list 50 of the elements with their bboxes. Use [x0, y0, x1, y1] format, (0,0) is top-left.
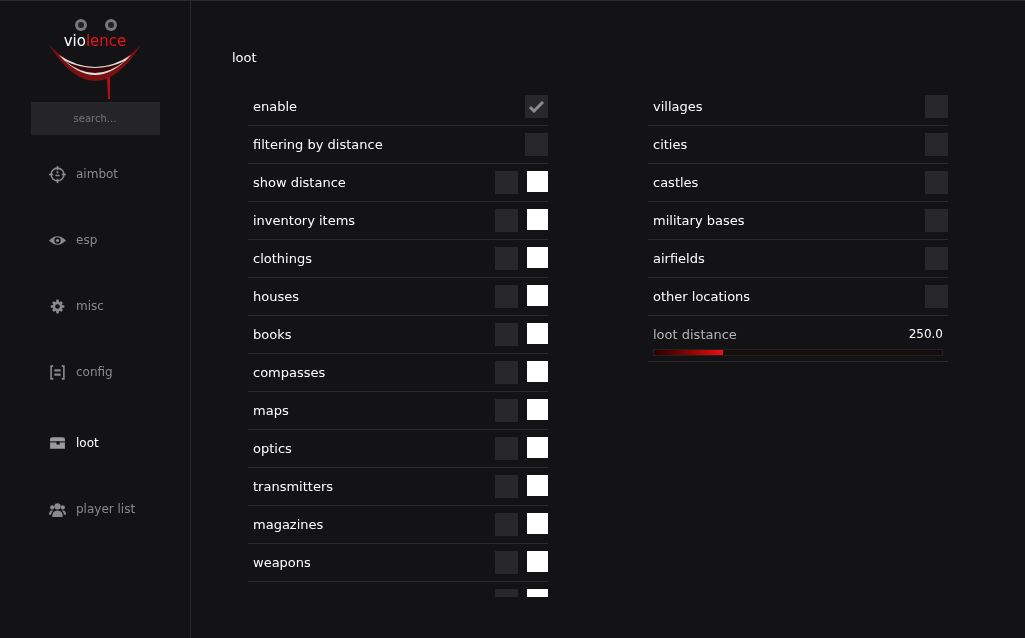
nav-item[interactable]: loot [0, 434, 190, 452]
nav-item[interactable]: esp [0, 231, 190, 249]
color-swatch[interactable] [527, 209, 548, 230]
nav-item[interactable]: misc [0, 297, 190, 315]
option-label: other locations [652, 287, 752, 306]
option-label: clothings [252, 249, 313, 268]
nav-item[interactable]: player list [0, 500, 190, 518]
option-label: maps [252, 401, 290, 420]
search-field[interactable]: search... [30, 102, 160, 135]
nav-item[interactable]: config [0, 363, 190, 381]
color-swatch[interactable] [527, 399, 548, 420]
option-label: transmitters [252, 477, 334, 496]
color-swatch[interactable] [527, 323, 548, 344]
settings-icon [49, 297, 66, 315]
option-label: show distance [252, 173, 347, 192]
option-label: inventory items [252, 211, 357, 230]
chest-icon [49, 434, 66, 452]
page-title: loot [232, 49, 258, 67]
crosshair-icon [49, 165, 66, 183]
option-label: optics [252, 439, 293, 458]
logo-text: vio [63, 34, 86, 49]
slider-track[interactable] [653, 349, 943, 357]
option-label: airfields [652, 249, 706, 268]
logo-text: lence [85, 34, 127, 49]
option-label: weapons [252, 553, 312, 572]
slider-label: loot distance [653, 325, 737, 344]
option-label: compasses [252, 363, 327, 382]
option-label: books [252, 325, 293, 344]
slider-value: 250.0 [908, 325, 943, 343]
nav-item[interactable]: aimbot [0, 165, 190, 183]
color-swatch[interactable] [527, 437, 548, 458]
option-label: cities [652, 135, 689, 154]
option-label: castles [652, 173, 700, 192]
checkmark-icon [529, 100, 544, 113]
color-swatch[interactable] [527, 475, 548, 496]
option-label: military bases [652, 211, 746, 230]
checkbox[interactable] [525, 95, 548, 118]
option-label: filtering by distance [252, 135, 384, 154]
color-swatch[interactable] [527, 551, 548, 572]
users-icon [49, 500, 66, 518]
option-label: enable [252, 97, 299, 116]
option-label: houses [252, 287, 300, 306]
option-label: magazines [252, 515, 325, 534]
option-label: villages [652, 97, 704, 116]
color-swatch[interactable] [527, 171, 548, 192]
brackets-icon [49, 363, 66, 381]
color-swatch[interactable] [527, 247, 548, 268]
color-swatch[interactable] [527, 513, 548, 534]
color-swatch[interactable] [527, 285, 548, 306]
color-swatch[interactable] [527, 361, 548, 382]
